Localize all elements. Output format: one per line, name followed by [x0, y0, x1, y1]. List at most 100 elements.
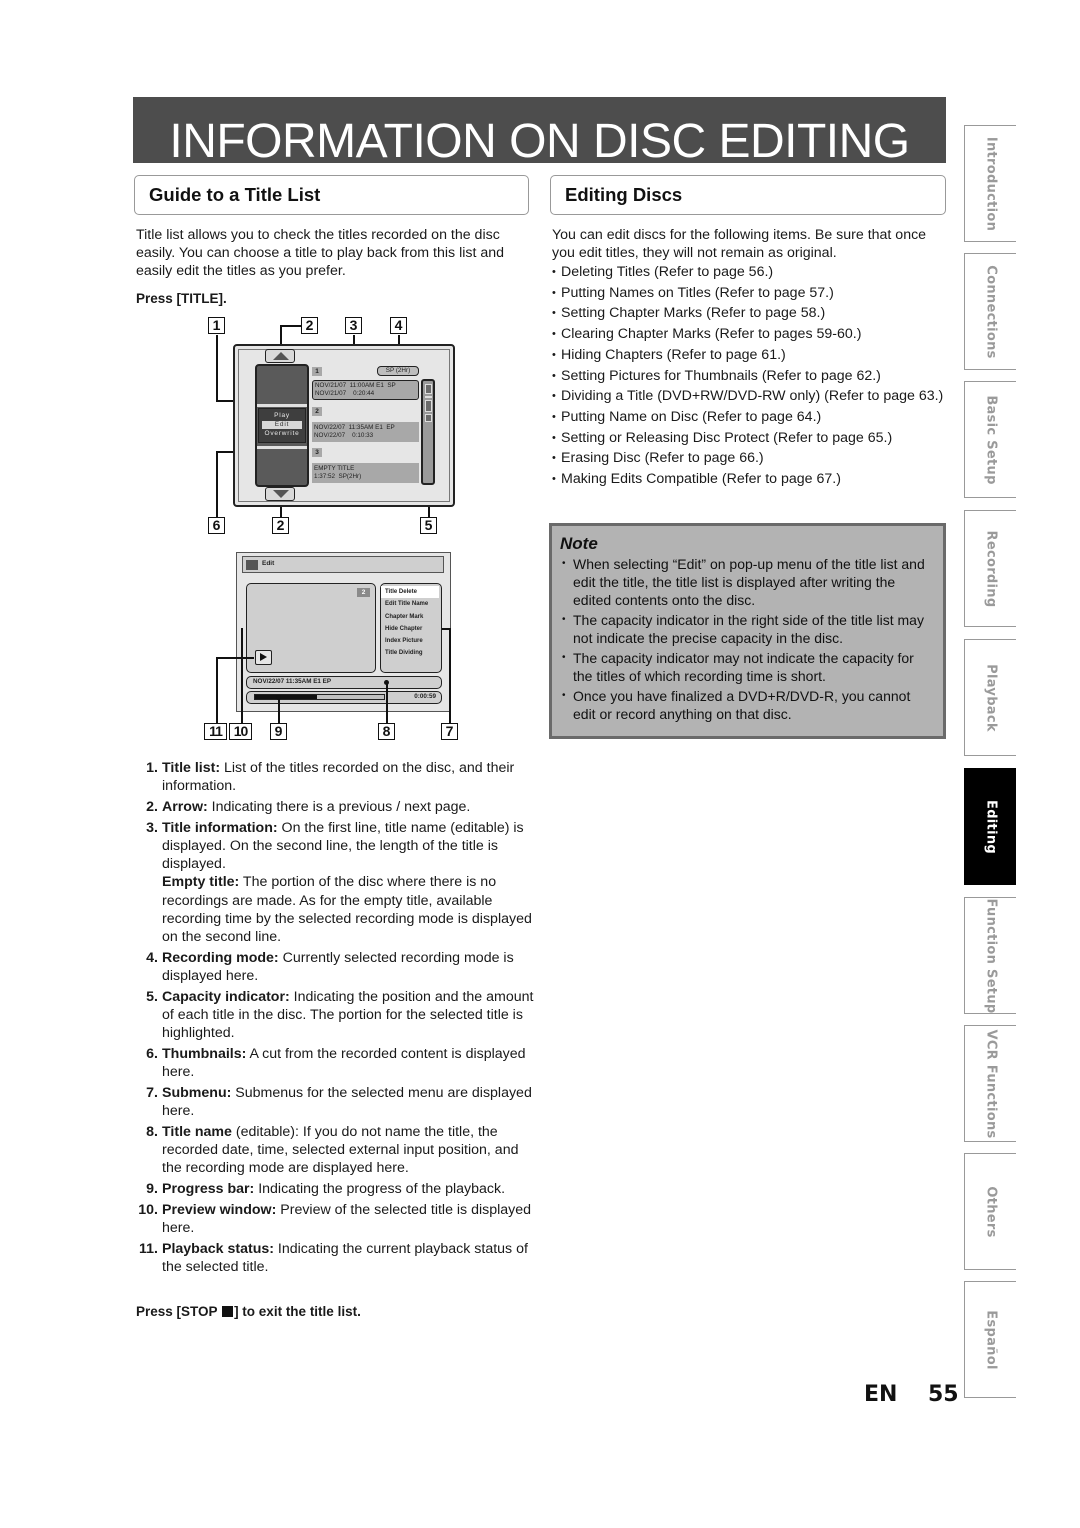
recording-mode-badge: SP (2Hr) [377, 366, 419, 376]
leader-line [216, 657, 218, 723]
note-list: When selecting “Edit” on pop-up menu of … [560, 555, 935, 723]
definition-number: 7. [146, 1085, 158, 1102]
page-title: INFORMATION ON DISC EDITING [169, 115, 910, 168]
side-tab-espa-ol[interactable]: Español [964, 1281, 1016, 1398]
popup-menu: Play Edit Overwrite [258, 408, 306, 443]
arrow-down-icon [273, 490, 289, 498]
side-tab-playback[interactable]: Playback [964, 639, 1016, 756]
popup-item-play[interactable]: Play [259, 411, 305, 421]
title-line2: NOV/22/07 0:10:33 [314, 432, 374, 439]
definition-term: Thumbnails: [162, 1046, 247, 1063]
definition-item: 4. Recording mode: Currently selected rec… [136, 949, 536, 985]
editing-item: Putting Name on Disc (Refer to page 64.) [552, 408, 947, 426]
side-tab-label: Function Setup [983, 898, 998, 1013]
note-title: Note [560, 534, 598, 553]
side-tab-function-setup[interactable]: Function Setup [964, 897, 1016, 1014]
side-tab-recording[interactable]: Recording [964, 510, 1016, 627]
leader-line [280, 325, 302, 327]
callout-2-top: 2 [301, 317, 318, 334]
submenu-item-chapter-mark[interactable]: Chapter Mark [381, 611, 441, 623]
page-down-arrow[interactable] [265, 487, 295, 501]
definition-item: 7. Submenu: Submenus for the selected men… [136, 1084, 536, 1120]
stop-icon [222, 1306, 234, 1317]
note-box: Note When selecting “Edit” on pop-up men… [549, 523, 946, 739]
popup-item-edit[interactable]: Edit [262, 421, 302, 429]
edit-icon [246, 560, 258, 570]
title-line2: 1:37:52 SP(2Hr) [314, 473, 362, 480]
press-stop-text: Press [STOP [136, 1304, 222, 1319]
editing-discs-intro: You can edit discs for the following ite… [552, 227, 927, 262]
page-up-arrow[interactable] [265, 349, 295, 363]
editing-items-list: Deleting Titles (Refer to page 56.) Putti… [552, 263, 947, 491]
definition-item: 8. Title name (editable): If you do not n… [136, 1123, 536, 1178]
preview-window: 2 [246, 583, 376, 673]
definition-number: 8. [146, 1124, 158, 1141]
editing-item: Erasing Disc (Refer to page 66.) [552, 449, 947, 467]
submenu-item-edit-title-name[interactable]: Edit Title Name [381, 598, 441, 610]
title-list-intro: Title list allows you to check the title… [136, 227, 505, 280]
title-number: 2 [312, 407, 322, 416]
section-heading-editing-discs: Editing Discs [550, 175, 946, 215]
title-line1: NOV/22/07 11:35AM E1 EP [314, 424, 395, 431]
side-tab-label: Español [983, 1309, 998, 1370]
note-item: When selecting “Edit” on pop-up menu of … [560, 555, 935, 610]
title-row[interactable]: NOV/22/07 11:35AM E1 EP NOV/22/07 0:10:3… [312, 422, 419, 442]
preview-title-number: 2 [357, 588, 370, 597]
side-tab-connections[interactable]: Connections [964, 253, 1016, 370]
title-number: 1 [312, 367, 322, 376]
submenu-item-title-dividing[interactable]: Title Dividing [381, 647, 441, 659]
side-tab-label: Basic Setup [983, 394, 998, 485]
press-stop-text-end: ] to exit the title list. [234, 1304, 361, 1319]
definition-term: Arrow: [162, 799, 208, 815]
edit-header-bar: Edit [242, 556, 444, 573]
definition-term: Progress bar: [162, 1181, 255, 1198]
title-line1: EMPTY TITLE [314, 465, 355, 472]
leader-line [216, 657, 254, 659]
popup-item-overwrite[interactable]: Overwrite [259, 429, 305, 439]
side-tab-introduction[interactable]: Introduction [964, 125, 1016, 242]
title-row[interactable]: NOV/21/07 11:00AM E1 SP NOV/21/07 0:20:4… [312, 380, 419, 400]
leader-line [278, 699, 280, 723]
definition-number: 2. [146, 799, 158, 815]
elapsed-time: 0:00:59 [414, 693, 436, 700]
language-code: EN [864, 1382, 898, 1407]
definition-term: Playback status: [162, 1241, 274, 1258]
callout-5: 5 [420, 517, 437, 534]
definition-term: Preview window: [162, 1202, 277, 1219]
note-item: Once you have finalized a DVD+R/DVD-R, y… [560, 687, 935, 723]
page-banner: INFORMATION ON DISC EDITING [133, 97, 946, 168]
page-number: 55 [928, 1382, 959, 1407]
side-tab-label: Others [983, 1185, 998, 1238]
side-tab-basic-setup[interactable]: Basic Setup [964, 381, 1016, 498]
title-row[interactable]: EMPTY TITLE 1:37:52 SP(2Hr) [312, 463, 419, 483]
callout-4: 4 [390, 317, 407, 334]
submenu-item-title-delete[interactable]: Title Delete [381, 586, 439, 599]
leader-line [216, 400, 234, 402]
definition-term: Title list: [162, 760, 221, 776]
submenu-item-index-picture[interactable]: Index Picture [381, 635, 441, 647]
title-line1: NOV/21/07 11:00AM E1 SP [315, 382, 396, 389]
definition-subitem: Empty title: The portion of the disc whe… [162, 873, 536, 946]
side-tab-label: Editing [983, 799, 998, 854]
editing-item: Putting Names on Titles (Refer to page 5… [552, 284, 947, 302]
submenu-item-hide-chapter[interactable]: Hide Chapter [381, 623, 441, 635]
definition-number: 4. [146, 949, 158, 966]
definition-term: Capacity indicator: [162, 988, 290, 1005]
callout-1: 1 [208, 317, 225, 334]
title-name-field[interactable]: NOV/22/07 11:35AM E1 EP [246, 676, 442, 689]
definition-number: 3. [146, 819, 158, 836]
side-tab-others[interactable]: Others [964, 1153, 1016, 1270]
press-stop-instruction: Press [STOP ] to exit the title list. [136, 1303, 361, 1321]
definition-number: 1. [146, 760, 158, 776]
definition-item: 10. Preview window: Preview of the select… [136, 1201, 536, 1237]
callout-8: 8 [378, 723, 395, 740]
note-item: The capacity indicator may not indicate … [560, 649, 935, 685]
leader-line [216, 451, 218, 517]
callout-6: 6 [208, 517, 225, 534]
side-tab-editing[interactable]: Editing [964, 768, 1016, 885]
definition-text: Indicating there is a previous / next pa… [207, 799, 471, 815]
editing-item: Making Edits Compatible (Refer to page 6… [552, 470, 947, 488]
callout-9: 9 [270, 723, 287, 740]
arrow-up-icon [273, 352, 289, 360]
side-tab-vcr-functions[interactable]: VCR Functions [964, 1025, 1016, 1142]
